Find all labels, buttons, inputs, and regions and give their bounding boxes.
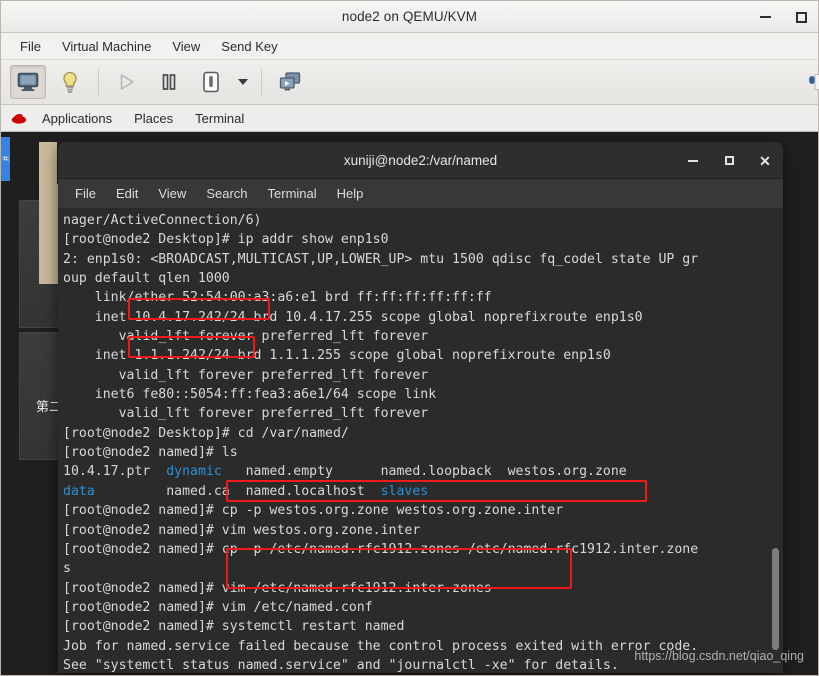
terminal-line: inet 10.4.17.242/24 brd 10.4.17.255 scop… xyxy=(63,309,643,325)
snapshots-button[interactable] xyxy=(272,65,308,99)
play-icon xyxy=(120,74,134,90)
pause-button[interactable] xyxy=(151,65,187,99)
terminal-menu-search[interactable]: Search xyxy=(197,184,256,203)
terminal-menubar: File Edit View Search Terminal Help xyxy=(58,179,783,209)
terminal-line: [root@node2 named]# ls xyxy=(63,445,238,461)
minimize-icon xyxy=(688,159,698,162)
lightbulb-icon xyxy=(63,71,77,93)
vm-titlebar: node2 on QEMU/KVM xyxy=(1,1,818,33)
run-button xyxy=(109,65,145,99)
minimize-icon xyxy=(759,15,771,19)
vm-window-controls xyxy=(756,1,810,33)
terminal-line: valid_lft forever preferred_lft forever xyxy=(63,329,429,345)
terminal-line: 2: enp1s0: <BROADCAST,MULTICAST,UP,LOWER… xyxy=(63,251,699,267)
terminal-line: valid_lft forever preferred_lft forever xyxy=(63,367,429,383)
terminal-titlebar: xuniji@node2:/var/named ✕ xyxy=(58,142,783,179)
toolbar-separator-1 xyxy=(98,69,99,95)
pause-icon xyxy=(162,74,176,90)
terminal-line: link/ether 52:54:00:a3:a6:e1 brd ff:ff:f… xyxy=(63,290,492,306)
terminal-line: [root@node2 named]# vim /etc/named.conf xyxy=(63,599,373,615)
terminal-minimize-button[interactable] xyxy=(685,153,701,169)
menu-file[interactable]: File xyxy=(11,36,50,57)
toolbar-separator-2 xyxy=(261,69,262,95)
close-icon: ✕ xyxy=(759,152,771,169)
terminal-line: data named.ca named.localhost slaves xyxy=(63,483,429,499)
details-view-button[interactable] xyxy=(52,65,88,99)
vm-toolbar xyxy=(1,60,819,105)
terminal-line: [root@node2 named]# vim westos.org.zone.… xyxy=(63,522,421,538)
console-view-button[interactable] xyxy=(10,65,46,99)
terminal-window: xuniji@node2:/var/named ✕ File Edit View… xyxy=(58,142,783,673)
terminal-line: [root@node2 named]# cp -p westos.org.zon… xyxy=(63,503,564,519)
menu-send-key[interactable]: Send Key xyxy=(212,36,286,57)
terminal-menu-view[interactable]: View xyxy=(149,184,195,203)
terminal-scrollbar-thumb[interactable] xyxy=(771,547,779,650)
terminal-menu-help[interactable]: Help xyxy=(328,184,373,203)
terminal-maximize-button[interactable] xyxy=(721,153,737,169)
terminal-line: [root@node2 named]# systemctl restart na… xyxy=(63,619,405,635)
terminal-output: nager/ActiveConnection/6) [root@node2 Des… xyxy=(63,211,769,673)
terminal-line: [root@node2 Desktop]# ip addr show enp1s… xyxy=(63,232,389,248)
terminal-scrollbar[interactable] xyxy=(771,209,781,673)
terminal-menu-terminal[interactable]: Terminal xyxy=(259,184,326,203)
terminal-line: [root@node2 named]# cp -p /etc/named.rfc… xyxy=(63,541,699,557)
vm-window-title: node2 on QEMU/KVM xyxy=(341,9,478,24)
power-icon xyxy=(203,71,219,93)
terminal-line: oup default qlen 1000 xyxy=(63,271,230,287)
maximize-icon xyxy=(795,11,807,23)
gnome-applications-menu[interactable]: Applications xyxy=(32,109,122,128)
gnome-terminal-menu[interactable]: Terminal xyxy=(185,109,254,128)
terminal-line: nager/ActiveConnection/6) xyxy=(63,213,262,228)
terminal-menu-edit[interactable]: Edit xyxy=(107,184,147,203)
vm-menubar: File Virtual Machine View Send Key xyxy=(1,33,818,60)
terminal-close-button[interactable]: ✕ xyxy=(757,153,773,169)
snapshots-icon xyxy=(279,72,301,91)
vm-maximize-button[interactable] xyxy=(792,8,810,26)
terminal-line: inet 1.1.1.242/24 brd 1.1.1.255 scope gl… xyxy=(63,348,611,364)
menu-view[interactable]: View xyxy=(163,36,209,57)
terminal-window-controls: ✕ xyxy=(685,142,773,179)
terminal-line: s xyxy=(63,561,71,577)
background-blue-tab[interactable]: # xyxy=(1,137,10,181)
vm-minimize-button[interactable] xyxy=(756,8,774,26)
terminal-line: inet6 fe80::5054:ff:fea3:a6e1/64 scope l… xyxy=(63,387,437,403)
screenshot-root: node2 on QEMU/KVM File Virtual Machine V… xyxy=(0,0,819,676)
terminal-title: xuniji@node2:/var/named xyxy=(343,152,498,168)
terminal-body[interactable]: nager/ActiveConnection/6) [root@node2 Des… xyxy=(58,209,783,673)
shutdown-button[interactable] xyxy=(193,65,229,99)
terminal-line: [root@node2 named]# vim /etc/named.rfc19… xyxy=(63,580,492,596)
terminal-line: [root@node2 Desktop]# cd /var/named/ xyxy=(63,425,349,441)
shutdown-menu-button[interactable] xyxy=(232,65,254,99)
menu-virtual-machine[interactable]: Virtual Machine xyxy=(53,36,160,57)
terminal-line: 10.4.17.ptr dynamic named.empty named.lo… xyxy=(63,464,627,480)
background-panel-upper xyxy=(39,142,57,184)
gnome-top-panel: Applications Places Terminal xyxy=(1,105,818,132)
maximize-icon xyxy=(724,156,734,165)
watermark-text: https://blog.csdn.net/qiao_qing xyxy=(634,649,804,663)
virt-manager-window: node2 on QEMU/KVM File Virtual Machine V… xyxy=(0,0,819,676)
guest-desktop: # 第二 xuniji@node2:/var/named ✕ File Edit… xyxy=(1,132,818,675)
gnome-places-menu[interactable]: Places xyxy=(124,109,183,128)
terminal-menu-file[interactable]: File xyxy=(66,184,105,203)
blue-tab-label: # xyxy=(1,156,10,162)
terminal-line: valid_lft forever preferred_lft forever xyxy=(63,406,429,422)
monitor-icon xyxy=(17,72,39,91)
toolbar-overflow-icon[interactable] xyxy=(808,74,819,90)
redhat-logo-icon xyxy=(11,113,27,124)
chevron-down-icon xyxy=(238,79,248,85)
